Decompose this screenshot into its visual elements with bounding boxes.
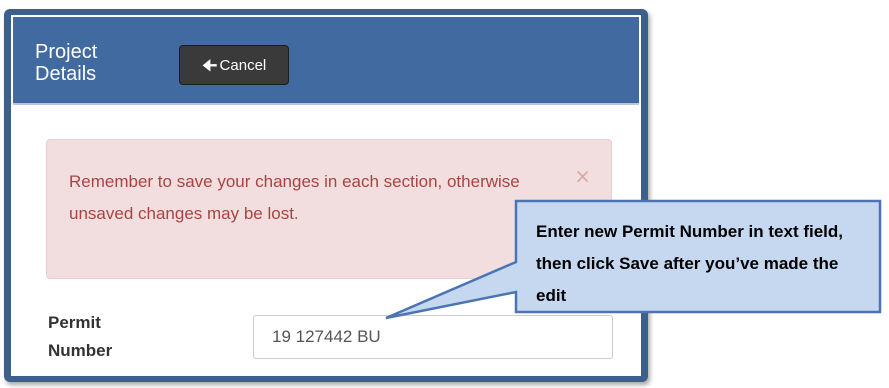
callout-text: Enter new Permit Number in text field, t… — [536, 222, 844, 305]
callout-shape — [385, 199, 882, 320]
